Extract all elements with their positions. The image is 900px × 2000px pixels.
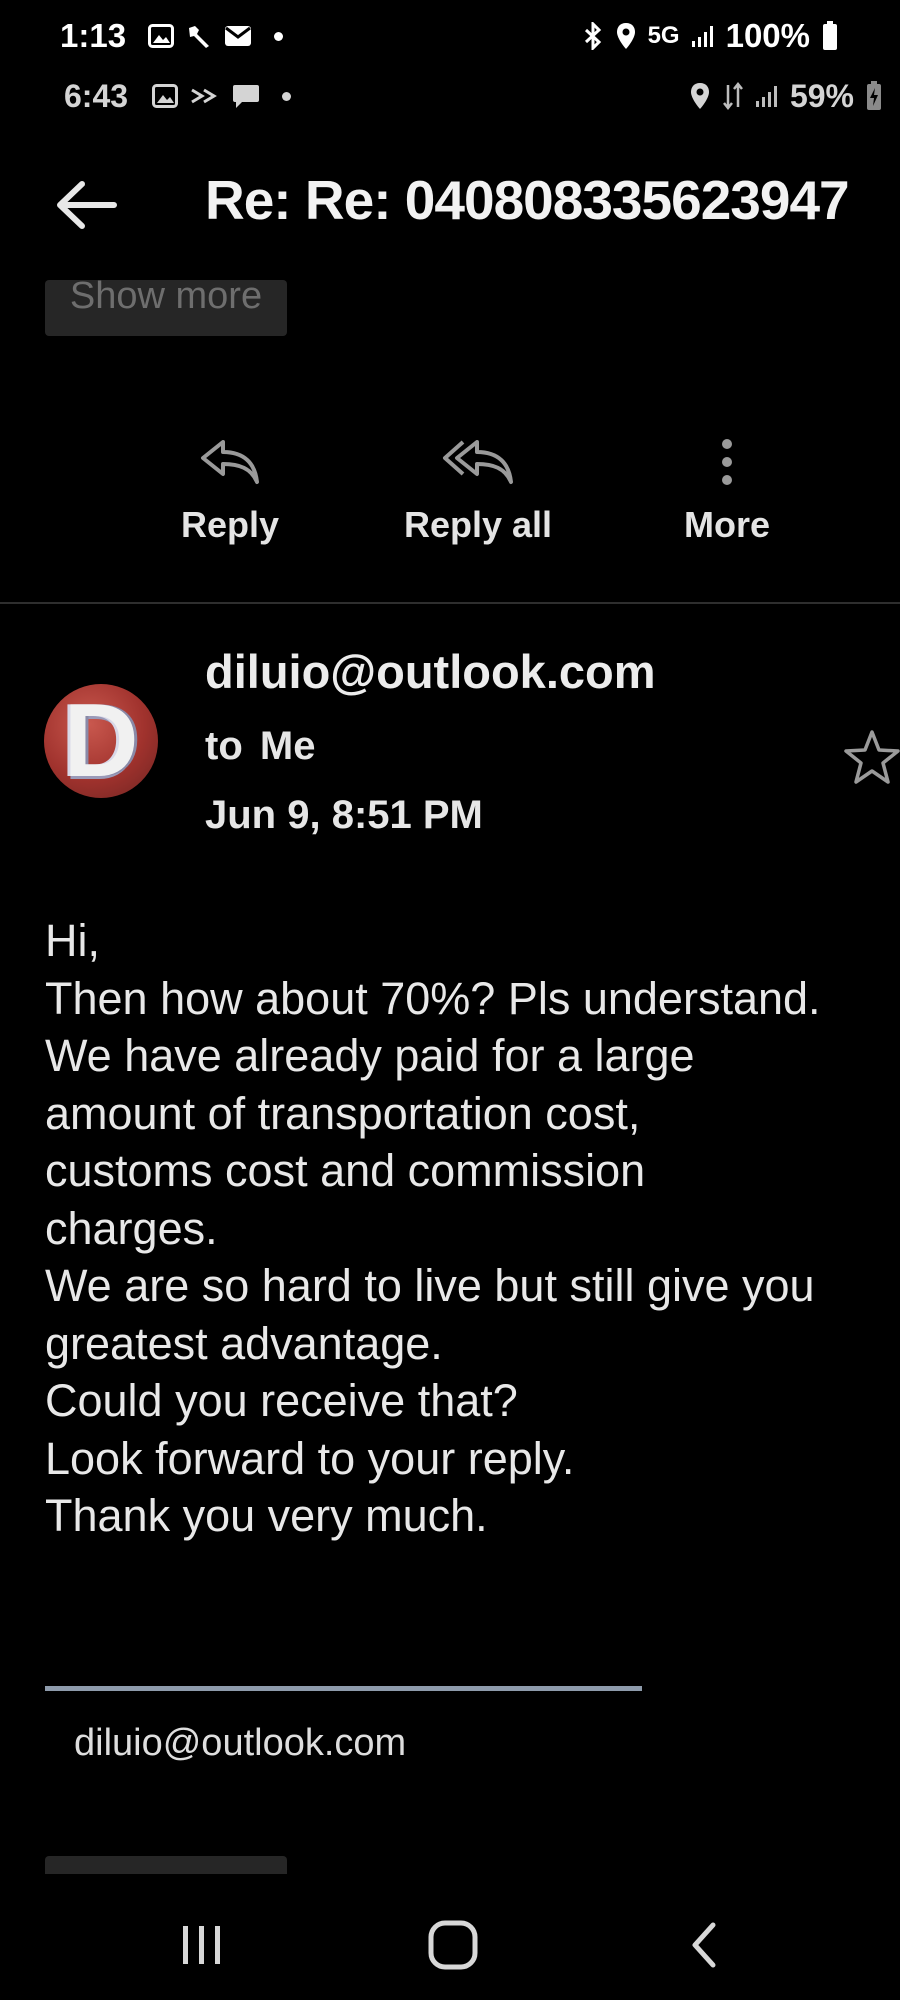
gallery-icon [148, 21, 175, 51]
more-label: More [683, 504, 770, 545]
home-icon [428, 1920, 478, 1970]
body-line: Hi, [45, 915, 100, 966]
email-header: Re: Re: 040808335623947 [0, 160, 900, 250]
show-more-button[interactable]: Show more [45, 280, 287, 336]
back-button[interactable] [50, 174, 122, 236]
body-line: Look forward to your reply. [45, 1432, 575, 1484]
home-button[interactable] [408, 1910, 498, 1980]
message-actions: Reply Reply all More [0, 432, 900, 562]
status-bar-outer: 1:13 5G 100% [0, 8, 900, 64]
back-nav-button[interactable] [660, 1910, 750, 1980]
body-line: Thank you very much. [45, 1490, 488, 1541]
signal-icon [691, 21, 714, 51]
more-button[interactable]: More [627, 432, 827, 562]
email-subject: Re: Re: 040808335623947 [205, 169, 850, 231]
sender-email[interactable]: diluio@outlook.com [205, 644, 656, 699]
reply-button[interactable]: Reply [130, 432, 330, 562]
message-body: Hi, Then how about 70%? Pls understand. … [45, 912, 895, 1545]
status-time-inner: 6:43 [64, 77, 129, 114]
reply-label: Reply [180, 504, 280, 545]
chat-icon [232, 81, 260, 111]
network-type: 5G [647, 22, 680, 49]
signature-divider [45, 1686, 642, 1691]
signal-icon [755, 81, 778, 111]
body-line: customs cost and commission [45, 1145, 646, 1196]
reply-all-button[interactable]: Reply all [378, 432, 578, 562]
reply-all-icon [443, 440, 513, 484]
recipient-line[interactable]: to Me [205, 724, 315, 769]
battery-icon [822, 21, 838, 51]
show-more-button-partial[interactable] [45, 1856, 287, 1874]
body-line: greatest advantage. [45, 1317, 443, 1369]
body-line: Then how about 70%? Pls understand. [45, 972, 821, 1024]
mail-icon [224, 21, 252, 51]
recent-apps-button[interactable] [157, 1910, 247, 1980]
bluetooth-icon [582, 21, 604, 51]
data-transfer-icon [722, 81, 744, 111]
battery-charging-icon [866, 81, 882, 111]
body-line: We have already paid for a large [45, 1030, 695, 1081]
reply-icon [201, 440, 259, 484]
status-bar-inner: 6:43 59% [0, 68, 900, 124]
avatar-letter: D [63, 684, 139, 798]
gallery-icon [152, 81, 179, 111]
location-icon [616, 21, 636, 51]
avatar[interactable]: D [44, 684, 158, 798]
status-time: 1:13 [60, 17, 127, 54]
body-line: charges. [45, 1202, 218, 1254]
reply-all-label: Reply all [403, 504, 553, 545]
body-line: amount of transportation cost, [45, 1087, 641, 1139]
more-vertical-icon [722, 439, 732, 485]
email-screen: 1:13 5G 100% 6:43 59% Re: Re: 0408083356… [0, 0, 900, 2000]
message-date: Jun 9, 8:51 PM [205, 793, 483, 837]
forward-icon [190, 81, 220, 111]
battery-percent: 100% [725, 17, 810, 54]
notification-dot-icon [282, 91, 292, 101]
body-line: We are so hard to live but still give yo… [45, 1260, 815, 1311]
system-navigation-bar [0, 1890, 900, 2000]
body-line: Could you receive that? [45, 1375, 518, 1426]
star-icon [844, 730, 900, 784]
back-chevron-icon [692, 1922, 716, 1968]
tools-icon [186, 21, 212, 51]
notification-dot-icon [274, 31, 284, 41]
battery-percent-inner: 59% [789, 77, 854, 114]
divider [0, 602, 900, 604]
back-arrow-icon [57, 181, 117, 229]
location-icon [690, 81, 710, 111]
recent-apps-icon [183, 1926, 220, 1964]
star-button[interactable] [842, 728, 900, 788]
signature-email[interactable]: diluio@outlook.com [74, 1722, 406, 1765]
